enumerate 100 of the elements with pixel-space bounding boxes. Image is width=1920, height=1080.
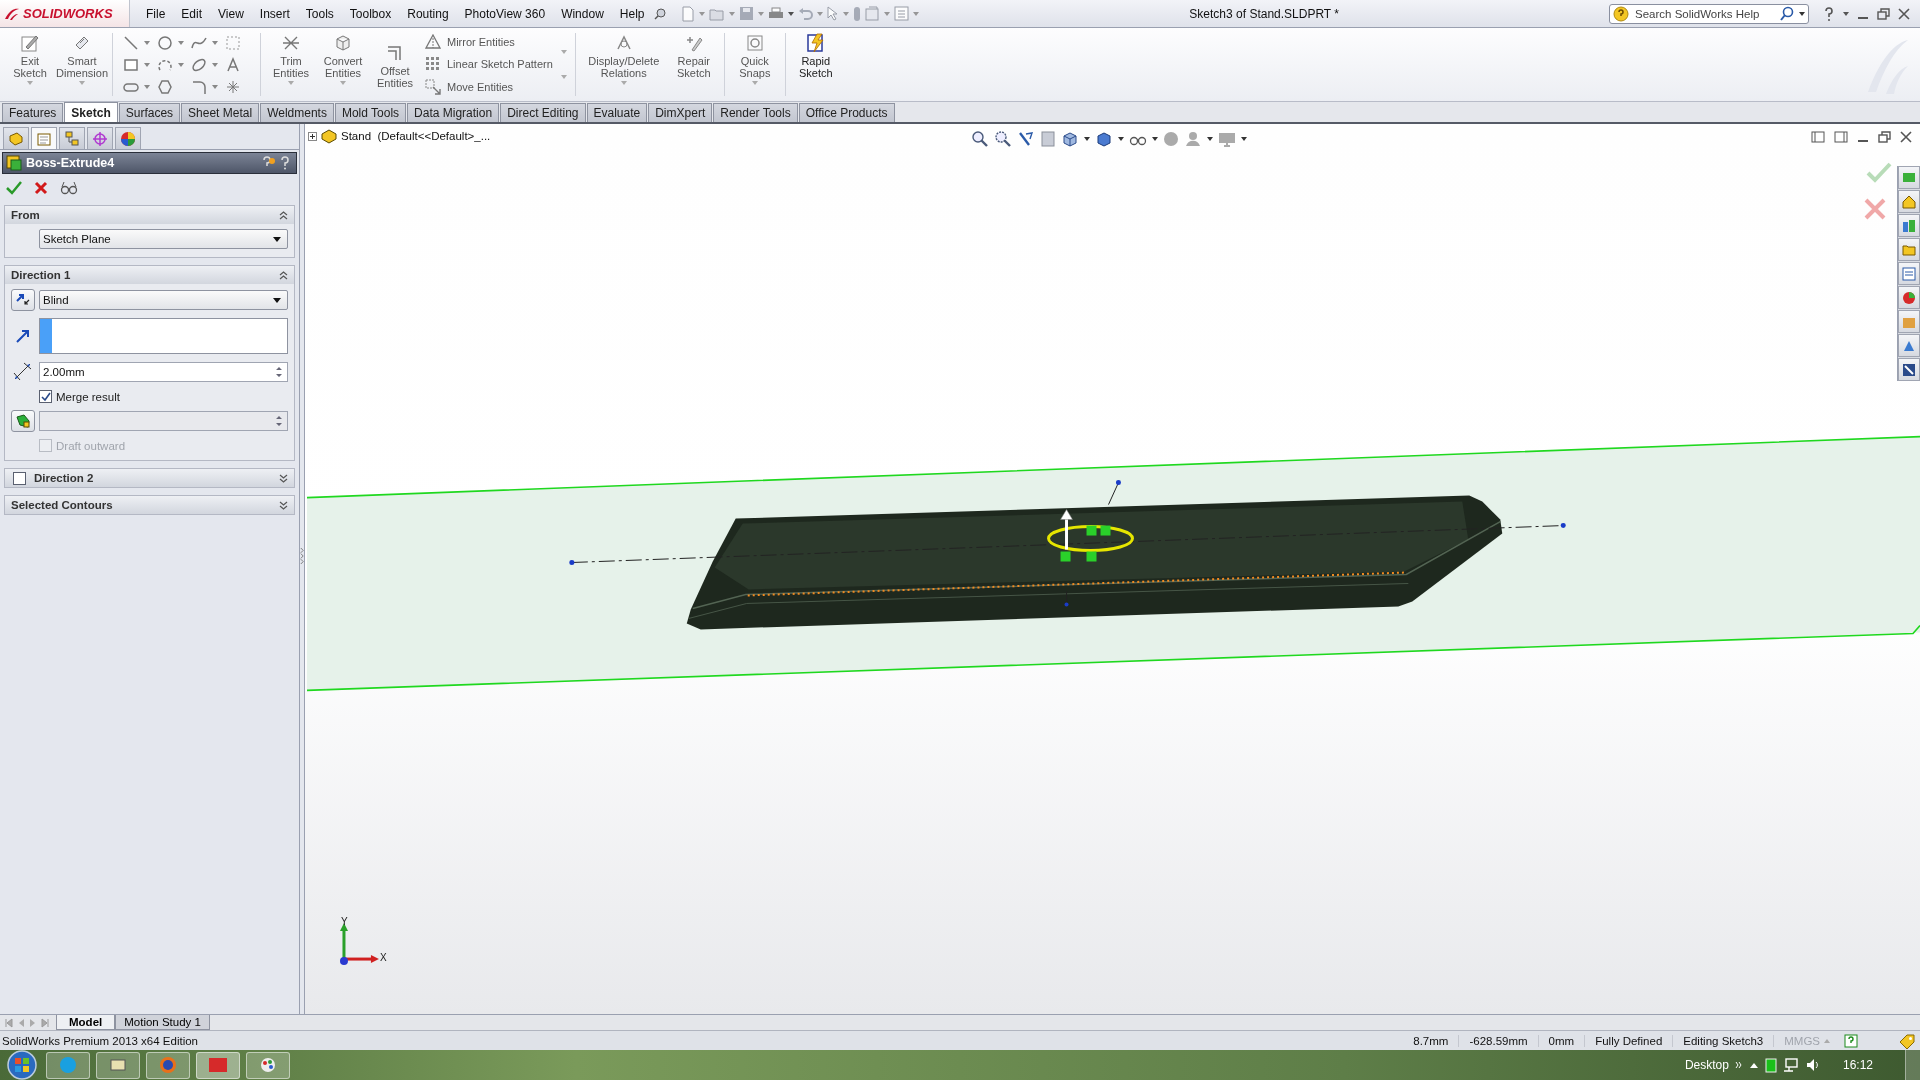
ribbon-button[interactable]: Display/Delete Relations [579,31,668,98]
expand-chevron-icon[interactable] [279,473,288,483]
taskbar-button[interactable] [96,1051,140,1079]
close-icon[interactable] [1898,7,1910,20]
caret-icon[interactable] [1152,137,1158,141]
command-tab[interactable]: Mold Tools [334,103,407,122]
menu-item[interactable]: View [210,6,252,21]
draft-button[interactable] [11,410,35,432]
circle-icon[interactable] [157,34,173,51]
first-arrow-icon[interactable] [4,1017,14,1028]
tree-item[interactable]: Stand (Default<<Default>_... [341,130,491,142]
ribbon-button[interactable]: Repair Sketch [667,31,720,98]
command-tab[interactable]: Features [2,103,64,122]
help-icon[interactable] [1823,5,1835,22]
collapse-chevron-icon[interactable] [279,210,288,220]
rectangle-icon[interactable] [123,56,139,73]
tag-icon[interactable] [1898,1032,1916,1049]
caret-icon[interactable] [1241,137,1247,141]
ribbon-button[interactable]: Linear Sketch Pattern [425,56,553,73]
ribbon-button[interactable]: Trim Entities [265,31,317,98]
panel-tab[interactable] [31,127,57,149]
menu-item[interactable]: Edit [173,6,211,21]
printer-icon[interactable] [767,6,784,21]
toolbar-label[interactable]: Desktop [1684,1058,1729,1072]
checkbox[interactable] [13,471,26,485]
command-tab[interactable]: Render Tools [713,103,798,122]
ribbon-button[interactable]: Smart Dimension [56,31,108,98]
bottom-tab[interactable]: Motion Study 1 [115,1015,210,1030]
split-view-icon[interactable] [1811,131,1825,143]
splitter-handle-icon[interactable] [300,545,304,567]
ribbon-button[interactable]: Rapid Sketch [789,31,842,98]
end-condition-dropdown[interactable]: Blind [39,290,288,310]
network-icon[interactable] [1782,1057,1799,1073]
bottom-tab[interactable]: Model [56,1015,116,1030]
panel-tab[interactable] [115,127,141,149]
ribbon-button[interactable]: Mirror Entities [425,34,553,51]
page-icon[interactable] [680,5,695,22]
help-box-icon[interactable] [1844,1033,1858,1048]
command-tab[interactable]: Sketch [64,102,118,122]
menu-item[interactable]: PhotoView 360 [456,6,554,21]
section-header[interactable]: Selected Contours [5,496,294,514]
checkmark-icon[interactable] [6,181,22,195]
caret-icon[interactable] [787,11,794,16]
draft-angle-field[interactable] [39,411,288,431]
taskbar-button[interactable] [46,1051,90,1079]
point-icon[interactable] [225,78,241,95]
command-tab[interactable]: Office Products [798,103,895,122]
section-header[interactable]: From [5,206,294,224]
caret-icon[interactable] [1799,11,1805,16]
spinner-arrows-icon[interactable] [274,365,284,379]
spinner-arrows-icon[interactable] [274,414,284,428]
help-search-field[interactable]: Search SolidWorks Help [1633,6,1775,21]
caret-icon[interactable] [1207,137,1213,141]
magnifier-icon[interactable] [971,130,989,148]
caret-icon[interactable] [1084,137,1090,141]
taskbar-button[interactable] [196,1051,240,1079]
restore-icon[interactable] [1877,7,1890,20]
menu-item[interactable]: File [138,6,174,21]
menu-item[interactable]: Window [553,6,612,21]
text-tool-icon[interactable] [225,56,241,73]
double-chevron-icon[interactable] [1734,1061,1743,1069]
menu-item[interactable]: Tools [297,6,342,21]
start-button-icon[interactable] [4,1050,40,1080]
magnifier-icon[interactable] [994,130,1012,148]
cursor-icon[interactable] [826,6,839,21]
ribbon-button[interactable]: Exit Sketch [4,31,56,98]
restore-icon[interactable] [1878,131,1891,143]
monitor-icon[interactable] [1218,131,1236,147]
cube-icon[interactable] [1095,130,1113,148]
panel-tab[interactable] [59,127,85,149]
ellipse-icon[interactable] [191,56,207,73]
help-search-box[interactable]: Search SolidWorks Help [1609,3,1809,24]
task-pane-button[interactable] [1898,286,1920,309]
close-icon[interactable] [34,181,48,195]
caret-icon[interactable] [1118,137,1124,141]
command-tab[interactable]: Weldments [260,103,334,122]
task-pane-button[interactable] [1898,190,1920,213]
ribbon-button[interactable]: Quick Snaps [728,31,781,98]
command-tab[interactable]: DimXpert [648,103,713,122]
fillet-icon[interactable] [191,78,207,95]
task-pane-button[interactable] [1898,334,1920,357]
depth-field[interactable]: 2.00mm [39,362,288,382]
menu-item[interactable]: Insert [251,6,298,21]
cube-icon[interactable] [1061,130,1079,148]
speaker-icon[interactable] [1804,1057,1821,1073]
taskbar-button[interactable] [246,1051,290,1079]
expand-plus-icon[interactable] [308,131,317,141]
last-arrow-icon[interactable] [40,1017,50,1028]
command-tab[interactable]: Evaluate [586,103,648,122]
section-header[interactable]: Direction 1 [5,266,294,284]
battery-icon[interactable] [1764,1057,1777,1073]
menu-item[interactable]: Routing [399,6,457,21]
clock[interactable]: 16:12 [1842,1058,1873,1072]
checkbox[interactable] [39,390,52,403]
glasses-icon[interactable] [60,181,78,195]
command-tab[interactable]: Surfaces [118,103,181,122]
menu-item[interactable]: Toolbox [341,6,400,21]
direction-selection-box[interactable] [39,318,288,354]
taskbar-button[interactable] [146,1051,190,1079]
selection-handle-drawing[interactable] [1047,509,1134,562]
